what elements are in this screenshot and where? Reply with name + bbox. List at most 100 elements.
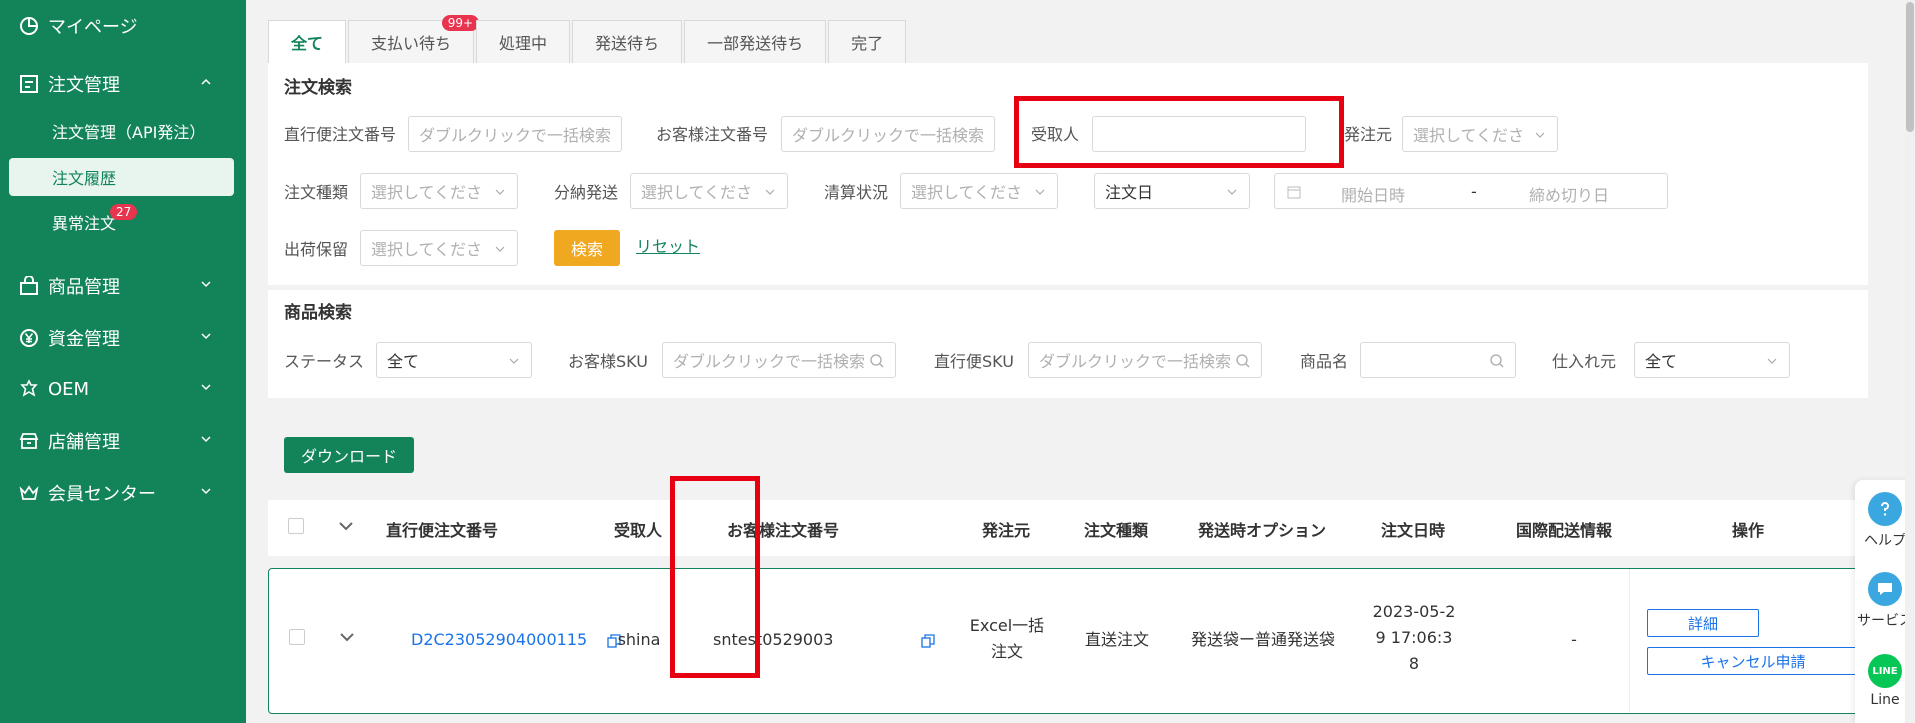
chevron-up-icon (201, 78, 211, 85)
direct-sku-input[interactable]: ダブルクリックで一括検索 (1028, 342, 1262, 378)
chevron-down-icon (201, 436, 211, 443)
ship-hold-select[interactable]: 選択してくださ (360, 230, 518, 266)
settlement-label: 清算状況 (824, 183, 889, 202)
direct-sku-placeholder: ダブルクリックで一括検索 (1039, 352, 1232, 371)
date-type-select[interactable]: 注文日 (1094, 173, 1250, 209)
cancel-request-button[interactable]: キャンセル申請 (1647, 647, 1859, 675)
calendar-icon (1287, 186, 1301, 199)
col-order-date: 注文日時 (1380, 521, 1445, 540)
tab-awaiting-shipment[interactable]: 発送待ち (572, 20, 683, 64)
settlement-select[interactable]: 選択してくださ (900, 173, 1058, 209)
search-icon (1490, 354, 1504, 368)
order-date-line: 8 (1408, 654, 1420, 673)
sidebar-subitem-label: 注文管理（API発注） (52, 123, 206, 142)
origin-label: 発注元 (1344, 125, 1393, 144)
detail-button[interactable]: 詳細 (1647, 609, 1759, 637)
direct-sku-label: 直行便SKU (934, 352, 1014, 371)
table-row: D2C23052904000115 shina sntest0529003 Ex… (268, 568, 1868, 714)
col-order-type: 注文種類 (1083, 521, 1148, 540)
tab-label: 支払い待ち (371, 34, 452, 53)
date-type-select-value: 注文日 (1105, 183, 1154, 202)
split-ship-select[interactable]: 選択してくださ (630, 173, 788, 209)
col-direct-order-no: 直行便注文番号 (386, 521, 499, 540)
page-scrollbar[interactable] (1905, 0, 1915, 723)
order-type-select-value: 選択してくださ (371, 183, 483, 202)
origin-select[interactable]: 選択してくださ (1402, 116, 1558, 152)
search-icon (1236, 354, 1250, 368)
ship-hold-select-value: 選択してくださ (371, 240, 483, 259)
customer-sku-input[interactable]: ダブルクリックで一括検索 (662, 342, 896, 378)
direct-order-no-link[interactable]: D2C23052904000115 (411, 627, 587, 653)
status-tabs: 全て 支払い待ち 99+ 処理中 発送待ち 一部発送待ち 完了 (268, 15, 908, 64)
status-select-value: 全て (387, 352, 420, 371)
order-date-line: 2023-05-2 (1372, 602, 1456, 621)
recipient-filter-highlight (1014, 96, 1344, 168)
sidebar-item-store-management[interactable]: 店舗管理 (0, 421, 246, 461)
settlement-select-value: 選択してくださ (911, 183, 1023, 202)
chevron-down-icon (1767, 358, 1777, 364)
chevron-down-icon (509, 358, 519, 364)
search-icon (870, 354, 884, 368)
recipient-cell: shina (617, 630, 661, 649)
sidebar-subitem-abnormal-orders[interactable]: 異常注文 27 (0, 203, 246, 241)
chevron-down-icon (201, 281, 211, 288)
sidebar: マイページ 注文管理 注文管理（API発注） 注文履歴 異常注文 27 商品管理… (0, 0, 246, 723)
sidebar-subitem-order-history[interactable]: 注文履歴 (9, 158, 234, 196)
copy-icon[interactable] (921, 634, 935, 648)
sidebar-item-fund-management[interactable]: 資金管理 (0, 318, 246, 358)
order-search-title: 注文検索 (284, 78, 352, 98)
customer-sku-placeholder: ダブルクリックで一括検索 (673, 352, 866, 371)
intl-shipping-cell: - (1571, 630, 1577, 649)
scrollbar-thumb[interactable] (1906, 2, 1914, 132)
tab-awaiting-payment[interactable]: 支払い待ち 99+ (348, 15, 480, 64)
sidebar-item-label: 会員センター (48, 484, 156, 505)
order-form-icon (18, 73, 40, 95)
sidebar-item-oem[interactable]: OEM (0, 369, 246, 409)
ship-hold-label: 出荷保留 (284, 240, 349, 259)
sidebar-item-order-management[interactable]: 注文管理 (0, 64, 246, 104)
download-button[interactable]: ダウンロード (284, 437, 414, 473)
status-select[interactable]: 全て (376, 342, 532, 378)
sidebar-item-product-management[interactable]: 商品管理 (0, 266, 246, 306)
order-type-select[interactable]: 選択してくださ (360, 173, 518, 209)
chevron-down-icon (1535, 132, 1545, 138)
main-content: 全て 支払い待ち 99+ 処理中 発送待ち 一部発送待ち 完了 注文検索 直行便注… (246, 0, 1915, 723)
tab-label: 全て (291, 34, 324, 53)
search-button[interactable]: 検索 (554, 230, 620, 266)
chevron-down-icon (1227, 189, 1237, 195)
chevron-down-icon (201, 333, 211, 340)
select-all-checkbox[interactable] (288, 518, 304, 534)
line-logo-icon: LINE (1868, 654, 1902, 688)
expand-all-chevron-icon[interactable] (338, 518, 354, 534)
customer-order-no-input[interactable]: ダブルクリックで一括検索 (781, 116, 995, 152)
tab-partial-shipment[interactable]: 一部発送待ち (684, 20, 827, 64)
line-label: Line (1870, 692, 1900, 708)
sidebar-item-label: 商品管理 (48, 277, 120, 298)
customer-sku-label: お客様SKU (568, 352, 648, 371)
origin-cell-line: 注文 (990, 642, 1023, 661)
row-checkbox[interactable] (289, 629, 305, 645)
status-label: ステータス (284, 352, 365, 371)
reset-link[interactable]: リセット (636, 233, 700, 257)
supplier-select[interactable]: 全て (1634, 342, 1790, 378)
col-ship-option: 発送時オプション (1197, 521, 1326, 540)
order-type-cell: 直送注文 (1084, 630, 1149, 649)
tab-processing[interactable]: 処理中 (476, 20, 571, 64)
col-origin: 発注元 (981, 521, 1030, 540)
chevron-down-icon (765, 189, 775, 195)
sidebar-item-label: 店舗管理 (48, 432, 120, 453)
date-range-picker[interactable]: 開始日時 - 締め切り日 (1274, 173, 1668, 209)
direct-order-no-input[interactable]: ダブルクリックで一括検索 (408, 116, 622, 152)
tab-completed[interactable]: 完了 (828, 20, 907, 64)
sidebar-subitem-label: 異常注文 (52, 214, 117, 233)
sidebar-subitem-api-order[interactable]: 注文管理（API発注） (0, 112, 246, 150)
oem-tag-icon (18, 378, 40, 400)
sidebar-item-mypage[interactable]: マイページ (0, 6, 246, 46)
supplier-label: 仕入れ元 (1552, 352, 1617, 371)
product-name-input[interactable] (1360, 342, 1516, 378)
direct-order-no-label: 直行便注文番号 (284, 125, 397, 144)
crown-icon (18, 482, 40, 504)
expand-row-chevron-icon[interactable] (339, 629, 355, 645)
tab-all[interactable]: 全て (268, 20, 347, 64)
sidebar-item-member-center[interactable]: 会員センター (0, 473, 246, 513)
